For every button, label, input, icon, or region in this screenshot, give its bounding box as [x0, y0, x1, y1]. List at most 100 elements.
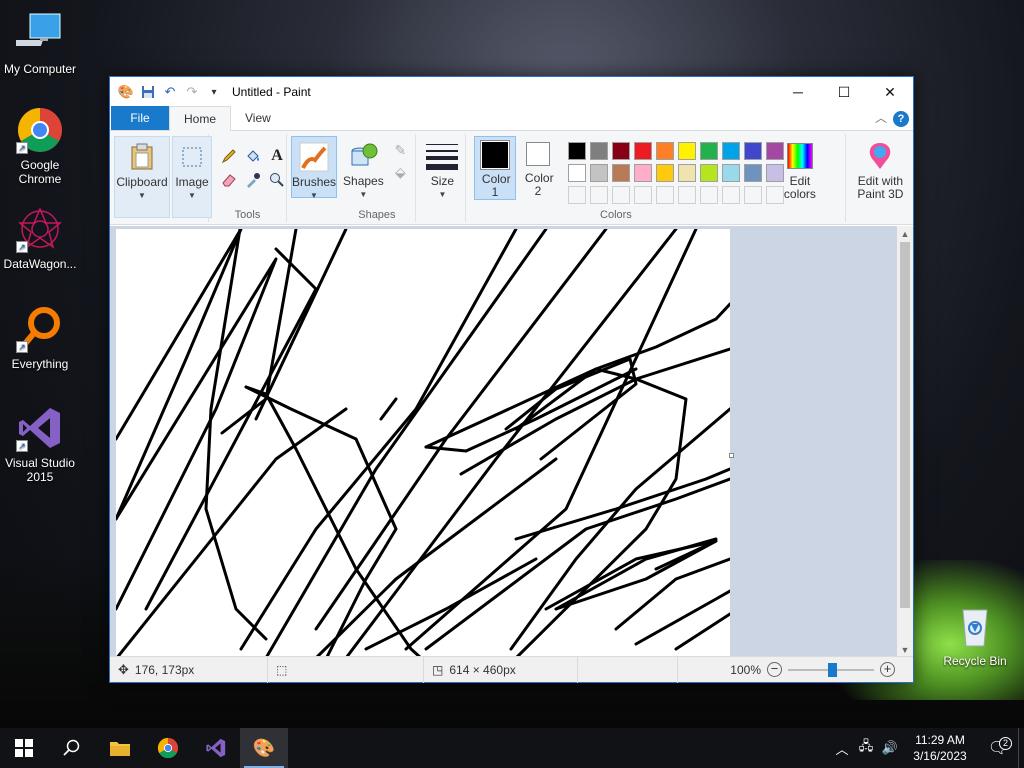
color-picker-icon[interactable] — [243, 170, 263, 190]
color2-button[interactable]: Color 2 — [518, 136, 558, 200]
dropdown-caret-icon: ▼ — [188, 191, 196, 200]
color-swatch[interactable] — [721, 142, 740, 160]
color-swatch[interactable] — [589, 164, 608, 182]
taskbar-chrome[interactable] — [144, 728, 192, 768]
taskbar-paint[interactable]: 🎨 — [240, 728, 288, 768]
dropdown-caret-icon: ▼ — [310, 191, 318, 200]
custom-color-slot[interactable] — [611, 186, 630, 204]
color-swatch[interactable] — [611, 142, 630, 160]
search-button[interactable] — [48, 728, 96, 768]
color-swatch[interactable] — [743, 164, 762, 182]
color-swatch[interactable] — [699, 164, 718, 182]
help-icon[interactable]: ? — [893, 111, 909, 127]
shapes-button[interactable]: Shapes ▼ — [340, 136, 386, 199]
network-icon[interactable]: 🖧 — [854, 737, 878, 759]
collapse-ribbon-icon[interactable]: ︿ — [875, 109, 887, 126]
drawing-canvas[interactable] — [116, 229, 730, 658]
desktop-icon-my-computer[interactable]: My Computer — [0, 10, 80, 76]
color-swatch[interactable] — [677, 142, 696, 160]
color-swatch[interactable] — [611, 164, 630, 182]
zoom-slider[interactable] — [788, 662, 874, 677]
start-button[interactable] — [0, 728, 48, 768]
window-title: Untitled - Paint — [232, 85, 311, 99]
color-swatch[interactable] — [743, 142, 762, 160]
tab-home[interactable]: Home — [169, 106, 232, 131]
color-swatch[interactable] — [567, 164, 586, 182]
size-button[interactable]: Size ▼ — [420, 136, 464, 199]
volume-icon[interactable]: 🔊 — [878, 740, 902, 756]
brushes-label: Brushes — [292, 175, 337, 189]
group-colors: Color 1 Color 2 Edit colors Colors — [466, 134, 847, 222]
desktop-icon-google-chrome[interactable]: ↗ Google Chrome — [0, 106, 80, 186]
zoom-slider-knob[interactable] — [828, 662, 837, 677]
save-icon[interactable] — [140, 84, 156, 100]
redo-icon[interactable]: ↷ — [184, 84, 200, 100]
custom-color-slot[interactable] — [655, 186, 674, 204]
pencil-icon[interactable] — [219, 146, 239, 166]
color-swatch[interactable] — [589, 142, 608, 160]
scrollbar-thumb[interactable] — [900, 242, 910, 608]
desktop-icon-visual-studio[interactable]: ↗ Visual Studio 2015 — [0, 404, 80, 484]
fill-icon[interactable]: ⬙ — [390, 162, 410, 182]
desktop-icon-datawagon[interactable]: ↗ DataWagon... — [0, 205, 80, 271]
clock[interactable]: 11:29 AM 3/16/2023 — [902, 732, 978, 764]
outline-icon[interactable]: ✎ — [390, 140, 410, 160]
color-swatch[interactable] — [633, 142, 652, 160]
tab-view[interactable]: View — [231, 106, 285, 130]
paint-app-icon[interactable]: 🎨 — [118, 84, 134, 100]
image-button[interactable]: Image ▼ — [172, 136, 212, 218]
select-icon — [176, 141, 208, 173]
group-clipboard-image: Clipboard ▼ Image ▼ — [110, 134, 212, 222]
shapes-label: Shapes — [343, 174, 384, 188]
close-button[interactable]: ✕ — [867, 77, 913, 107]
desktop-icon-everything[interactable]: ↗ Everything — [0, 305, 80, 371]
custom-color-slot[interactable] — [721, 186, 740, 204]
color-swatch[interactable] — [677, 164, 696, 182]
canvas-area — [110, 226, 899, 658]
text-tool-icon[interactable]: A — [267, 146, 287, 166]
edit-colors-button[interactable]: Edit colors — [780, 136, 820, 201]
magnifier-icon[interactable] — [267, 170, 287, 190]
color-swatch[interactable] — [655, 142, 674, 160]
fill-bucket-icon[interactable] — [243, 146, 263, 166]
shortcut-arrow-icon: ↗ — [16, 142, 28, 154]
folder-icon — [110, 742, 130, 756]
clipboard-button[interactable]: Clipboard ▼ — [114, 136, 170, 218]
brushes-button[interactable]: Brushes ▼ — [291, 136, 338, 200]
vertical-scrollbar[interactable]: ▲ ▼ — [897, 226, 913, 658]
color-spectrum-icon — [784, 140, 816, 172]
color-swatch[interactable] — [567, 142, 586, 160]
custom-color-slot[interactable] — [677, 186, 696, 204]
system-tray: ︿ 🖧 🔊 11:29 AM 3/16/2023 🗨 2 — [830, 728, 1024, 768]
undo-icon[interactable]: ↶ — [162, 84, 178, 100]
taskbar-visual-studio[interactable] — [192, 728, 240, 768]
color1-button[interactable]: Color 1 — [473, 136, 516, 200]
image-size-text: 614 × 460px — [449, 662, 516, 677]
zoom-in-button[interactable]: + — [880, 662, 895, 677]
edit-with-paint3d-button[interactable]: Edit with Paint 3D — [850, 136, 910, 201]
color-swatch[interactable] — [655, 164, 674, 182]
scroll-up-icon[interactable]: ▲ — [897, 226, 913, 242]
shortcut-arrow-icon: ↗ — [16, 440, 28, 452]
show-hidden-icons-chevron-icon[interactable]: ︿ — [830, 739, 854, 758]
custom-color-slot[interactable] — [589, 186, 608, 204]
color-swatch[interactable] — [721, 164, 740, 182]
resize-handle[interactable] — [729, 453, 734, 458]
customize-toolbar-chevron-icon[interactable]: ▾ — [206, 84, 222, 100]
color1-label: Color 1 — [481, 172, 511, 199]
show-desktop-button[interactable] — [1018, 728, 1024, 768]
action-center-button[interactable]: 🗨 2 — [978, 737, 1018, 758]
taskbar-file-explorer[interactable] — [96, 728, 144, 768]
color-swatch[interactable] — [699, 142, 718, 160]
maximize-button[interactable]: ☐ — [821, 77, 867, 107]
zoom-out-button[interactable]: − — [767, 662, 782, 677]
custom-color-slot[interactable] — [567, 186, 586, 204]
eraser-icon[interactable] — [219, 170, 239, 190]
tab-file[interactable]: File — [111, 106, 169, 130]
custom-color-slot[interactable] — [633, 186, 652, 204]
color-swatch[interactable] — [633, 164, 652, 182]
minimize-button[interactable]: ─ — [775, 77, 821, 107]
desktop-icon-recycle-bin[interactable]: Recycle Bin — [935, 602, 1015, 668]
custom-color-slot[interactable] — [743, 186, 762, 204]
custom-color-slot[interactable] — [699, 186, 718, 204]
